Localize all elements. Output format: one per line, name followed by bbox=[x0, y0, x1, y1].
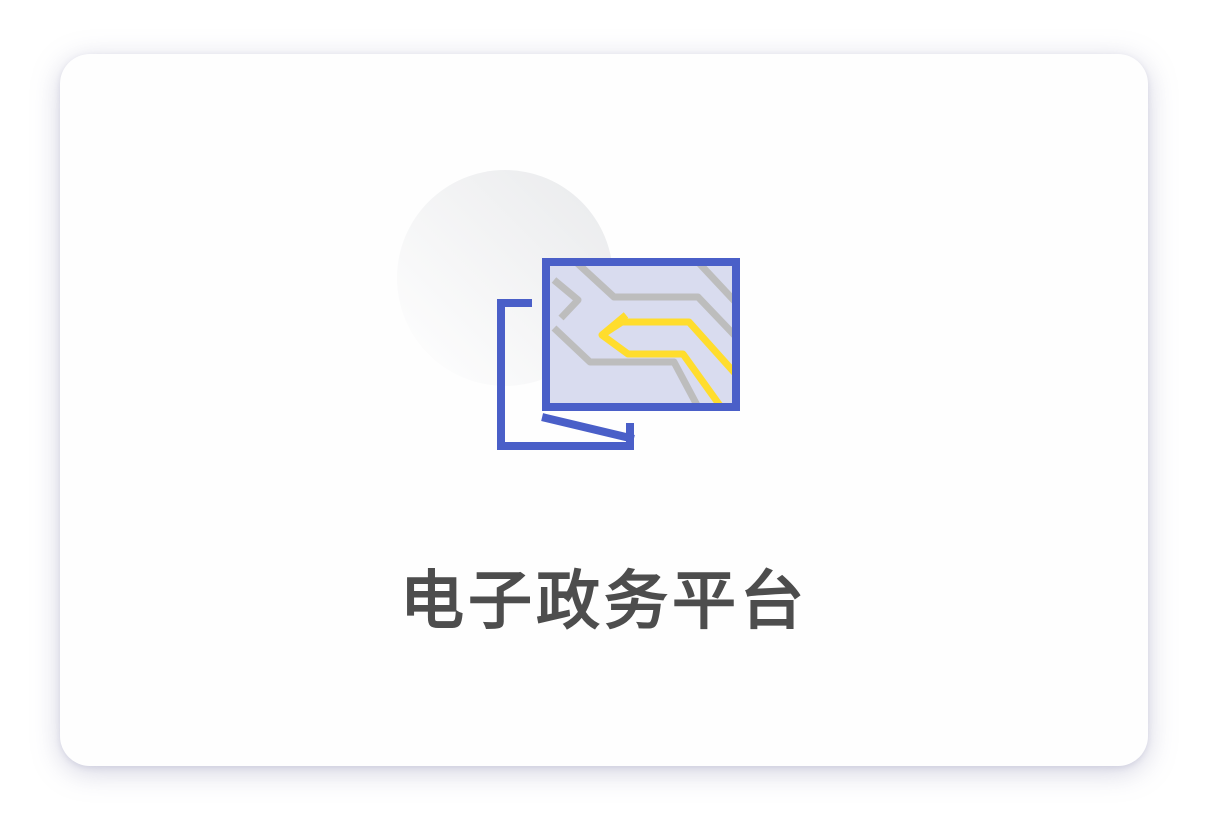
map-document-icon bbox=[396, 170, 756, 470]
back-page-fold bbox=[541, 413, 635, 443]
card-title: 电子政务平台 bbox=[400, 565, 808, 639]
e-government-card[interactable]: 电子政务平台 bbox=[60, 54, 1148, 766]
page-background: 电子政务平台 bbox=[0, 0, 1208, 832]
